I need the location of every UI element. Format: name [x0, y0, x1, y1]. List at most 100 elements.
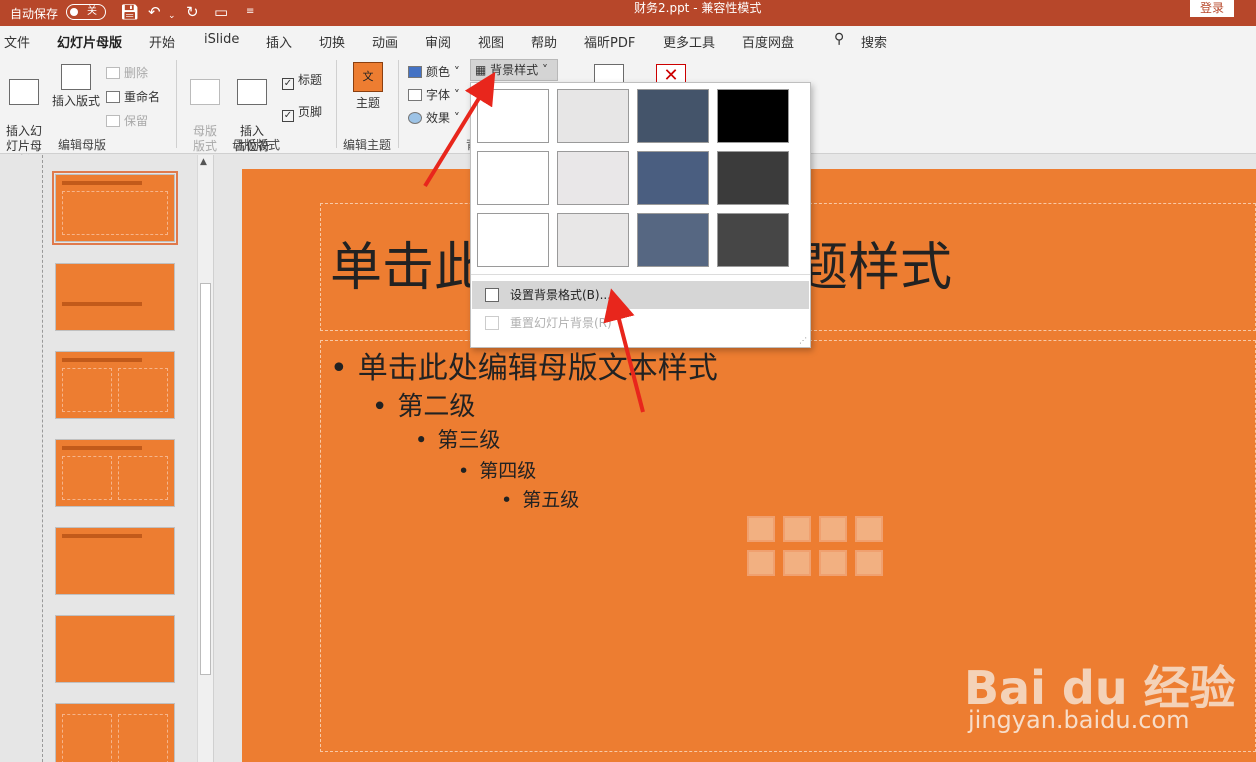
insert-layout-label: 插入版式 — [51, 94, 100, 108]
tab-more-tools[interactable]: 更多工具 — [663, 32, 715, 51]
reset-background-icon — [485, 316, 499, 330]
background-style-swatch-1[interactable] — [477, 89, 549, 143]
delete-icon — [106, 67, 120, 79]
background-style-swatch-7[interactable] — [637, 151, 709, 205]
group-label-edit-master: 编辑母版 — [58, 138, 107, 152]
tab-foxit-pdf[interactable]: 福昕PDF — [584, 32, 635, 51]
reset-background-item[interactable]: 重置幻灯片背景(R) — [472, 309, 809, 337]
checkmark-icon: ✓ — [282, 110, 294, 122]
thumbnail-2[interactable] — [55, 263, 175, 331]
title-bar: 自动保存 关 💾︎ ↶ ⌄ ↻ ▭ ≡ 财务2.ppt - 兼容性模式 登录 — [0, 0, 1256, 26]
save-icon[interactable]: 💾︎ — [120, 2, 139, 22]
background-style-swatch-3[interactable] — [637, 89, 709, 143]
login-button[interactable]: 登录 — [1190, 0, 1234, 17]
tab-transitions[interactable]: 切换 — [319, 32, 345, 51]
scroll-up-icon[interactable]: ▲ — [200, 157, 207, 167]
thumbnail-3[interactable] — [55, 351, 175, 419]
preserve-button[interactable]: 保留 — [106, 112, 148, 129]
insert-online-picture-icon[interactable] — [783, 550, 811, 576]
background-style-swatch-12[interactable] — [717, 213, 789, 267]
background-style-swatch-10[interactable] — [557, 213, 629, 267]
search-label[interactable]: 搜索 — [861, 32, 887, 51]
theme-button[interactable]: 文 主题 — [348, 62, 388, 111]
thumbnail-title-bar — [62, 181, 142, 185]
colors-button[interactable]: 颜色 ˅ — [408, 63, 460, 80]
background-style-swatch-9[interactable] — [477, 213, 549, 267]
ribbon-tabs: 文件 幻灯片母版 开始 iSlide 插入 切换 动画 审阅 视图 帮助 福昕P… — [0, 26, 1256, 57]
theme-label: 主题 — [355, 96, 380, 110]
insert-table-icon[interactable] — [747, 516, 775, 542]
thumbnail-5[interactable] — [55, 527, 175, 595]
scroll-thumb[interactable] — [200, 283, 211, 675]
background-style-swatch-8[interactable] — [717, 151, 789, 205]
fonts-button[interactable]: 字体 ˅ — [408, 86, 460, 103]
undo-icon[interactable]: ↶ — [148, 2, 161, 22]
master-layout-button[interactable]: 母版 版式 — [186, 64, 224, 154]
delete-button[interactable]: 删除 — [106, 64, 148, 81]
search-icon[interactable]: ⚲ — [834, 31, 844, 47]
tab-baidu-netdisk[interactable]: 百度网盘 — [742, 32, 794, 51]
thumbnail-1[interactable] — [52, 171, 178, 245]
thumbnail-title-bar — [62, 358, 142, 362]
text-level-4: 第四级 — [458, 456, 536, 483]
thumbnail-body — [62, 191, 168, 235]
insert-icons-icon[interactable] — [855, 550, 883, 576]
tab-file[interactable]: 文件 — [4, 32, 30, 51]
present-icon[interactable]: ▭ — [214, 2, 228, 22]
insert-smartart-icon[interactable] — [819, 516, 847, 542]
tab-insert[interactable]: 插入 — [266, 32, 292, 51]
thumbnail-6[interactable] — [55, 615, 175, 683]
tab-help[interactable]: 帮助 — [531, 32, 557, 51]
tab-animations[interactable]: 动画 — [372, 32, 398, 51]
background-style-swatch-6[interactable] — [557, 151, 629, 205]
format-background-item[interactable]: 设置背景格式(B)... — [472, 281, 809, 309]
document-title: 财务2.ppt - 兼容性模式 — [634, 1, 762, 15]
undo-dropdown-icon[interactable]: ⌄ — [168, 6, 176, 26]
placeholder-icon — [237, 79, 267, 105]
background-style-swatch-4[interactable] — [717, 89, 789, 143]
rename-button[interactable]: 重命名 — [106, 88, 160, 105]
redo-icon[interactable]: ↻ — [186, 2, 199, 22]
autosave-toggle[interactable]: 关 — [66, 4, 106, 20]
insert-video-icon[interactable] — [819, 550, 847, 576]
thumbnail-scrollbar[interactable]: ▲ — [197, 155, 213, 762]
insert-chart-icon[interactable] — [783, 516, 811, 542]
thumbnail-7[interactable] — [55, 703, 175, 762]
insert-layout-button[interactable]: 插入版式 — [50, 64, 102, 109]
tab-review[interactable]: 审阅 — [425, 32, 451, 51]
colors-label: 颜色 — [426, 65, 451, 79]
tab-islide[interactable]: iSlide — [204, 32, 239, 47]
tab-slide-master[interactable]: 幻灯片母版 — [57, 32, 123, 57]
ribbon-separator — [398, 60, 399, 148]
delete-label: 删除 — [124, 66, 149, 80]
insert-3d-model-icon[interactable] — [855, 516, 883, 542]
rename-label: 重命名 — [124, 90, 161, 104]
thumbnail-4[interactable] — [55, 439, 175, 507]
text-level-3: 第三级 — [415, 424, 500, 454]
background-style-swatch-11[interactable] — [637, 213, 709, 267]
reset-background-label: 重置幻灯片背景(R) — [510, 316, 612, 330]
background-styles-dropdown: 设置背景格式(B)... 重置幻灯片背景(R) ⋰ — [470, 82, 811, 348]
effects-label: 效果 — [426, 111, 451, 125]
footer-checkbox[interactable]: ✓ 页脚 — [282, 103, 322, 122]
watermark-url: jingyan.baidu.com — [968, 706, 1190, 734]
resize-grip-icon[interactable]: ⋰ — [799, 336, 807, 345]
insert-slide-master-button[interactable]: 插入幻 灯片母版 — [2, 64, 46, 169]
tab-home[interactable]: 开始 — [149, 32, 175, 51]
effects-button[interactable]: 效果 ˅ — [408, 109, 460, 126]
rename-icon — [106, 91, 120, 103]
thumbnail-body-right — [118, 456, 168, 500]
customize-qat-icon[interactable]: ≡ — [246, 2, 254, 22]
background-style-swatch-5[interactable] — [477, 151, 549, 205]
tab-view[interactable]: 视图 — [478, 32, 504, 51]
insert-picture-icon[interactable] — [747, 550, 775, 576]
thumbnail-body-right — [118, 714, 168, 762]
background-styles-button[interactable]: ▦ 背景样式 ˅ — [470, 59, 558, 81]
layout-icon — [61, 64, 91, 90]
thumbnail-body-left — [62, 714, 112, 762]
colors-icon — [408, 66, 422, 78]
effects-icon — [408, 112, 422, 124]
title-checkbox[interactable]: ✓ 标题 — [282, 71, 322, 90]
background-style-swatch-2[interactable] — [557, 89, 629, 143]
background-styles-icon: ▦ — [475, 63, 487, 77]
